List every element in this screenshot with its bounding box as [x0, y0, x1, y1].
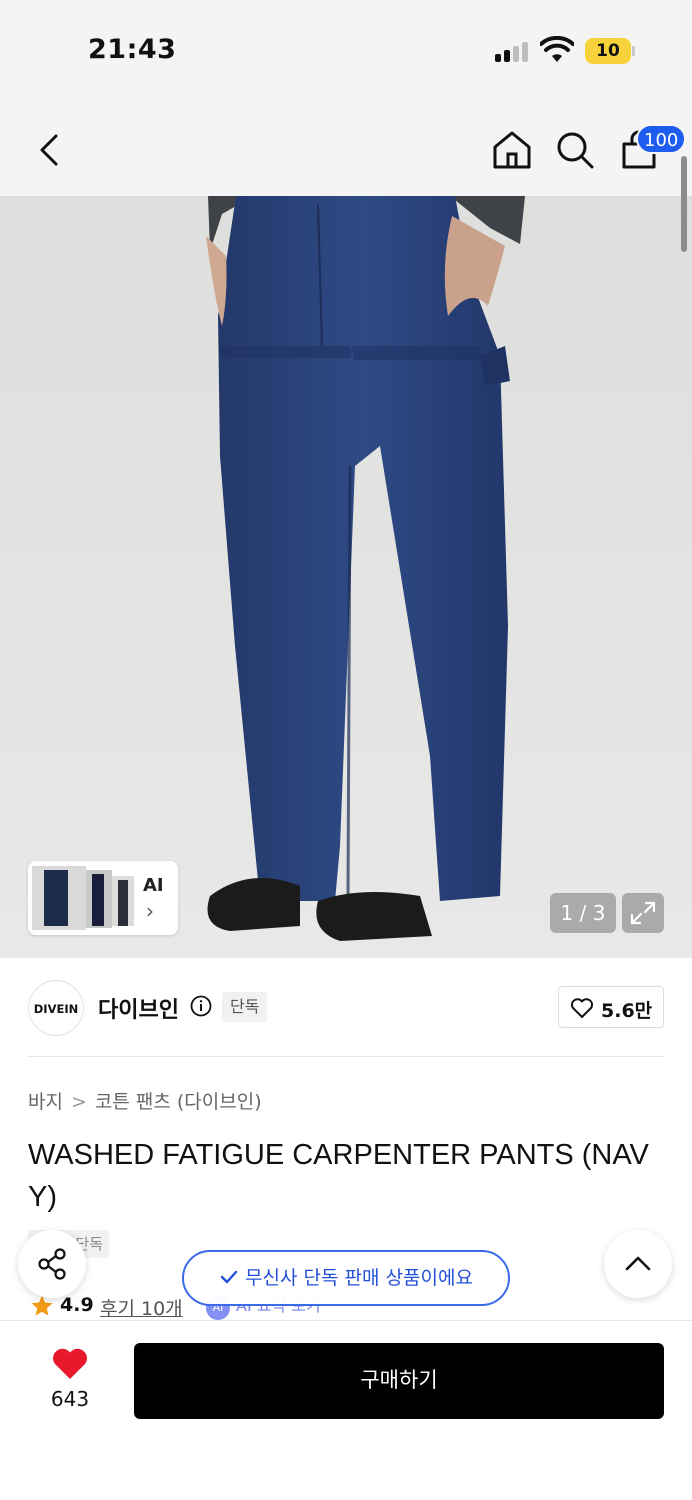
info-icon[interactable]	[190, 995, 212, 1017]
status-time: 21:43	[88, 34, 177, 65]
breadcrumb-category[interactable]: 바지	[28, 1091, 63, 1113]
home-icon[interactable]	[490, 128, 534, 172]
breadcrumb-separator: >	[70, 1091, 87, 1113]
status-bar: 21:43 10	[0, 0, 692, 100]
scroll-to-top-button[interactable]	[604, 1230, 672, 1298]
like-count: 643	[50, 1387, 90, 1411]
expand-image-button[interactable]	[622, 893, 664, 933]
battery-indicator: 10	[585, 38, 631, 64]
battery-cap	[632, 46, 635, 56]
search-icon[interactable]	[553, 128, 597, 172]
brand-row: DIVEIN 다이브인 단독 5.6만	[0, 958, 692, 1056]
image-page-counter: 1 / 3	[550, 893, 616, 933]
scrollbar[interactable]	[681, 156, 687, 252]
heart-filled-icon	[53, 1348, 87, 1379]
exclusive-sale-toast: 무신사 단독 판매 상품이에요	[182, 1250, 510, 1306]
like-button[interactable]: 643	[28, 1341, 112, 1425]
ai-similar-items-thumbnails[interactable]: AI ›	[28, 861, 178, 935]
review-link[interactable]: 후기 10개	[100, 1294, 183, 1321]
heart-outline-icon	[570, 998, 594, 1018]
back-arrow-icon[interactable]	[30, 130, 70, 170]
bottom-action-bar: 643 구매하기	[0, 1320, 692, 1500]
brand-name[interactable]: 다이브인	[98, 992, 179, 1024]
product-image-gallery[interactable]: AI › 1 / 3	[0, 196, 692, 958]
rating-value: 4.9	[60, 1294, 94, 1316]
brand-logo[interactable]: DIVEIN	[28, 980, 84, 1036]
product-title: WASHED FATIGUE CARPENTER PANTS (NAVY)	[28, 1139, 649, 1213]
breadcrumb: 바지 > 코튼 팬츠 (다이브인)	[28, 1087, 262, 1114]
cellular-signal-icon	[495, 40, 531, 62]
thumbnail-images	[32, 866, 134, 930]
product-image	[0, 196, 692, 958]
chevron-right-icon: ›	[146, 899, 154, 923]
buy-button[interactable]: 구매하기	[134, 1343, 664, 1419]
brand-like-count: 5.6만	[601, 1000, 653, 1022]
wifi-icon	[540, 36, 574, 62]
ai-label: AI	[143, 875, 164, 896]
brand-like-button[interactable]: 5.6만	[558, 986, 664, 1028]
checkmark-icon	[220, 1270, 238, 1283]
divider	[28, 1056, 664, 1057]
breadcrumb-subcategory[interactable]: 코튼 팬츠 (다이브인)	[95, 1091, 262, 1113]
top-nav: 100	[0, 100, 692, 196]
expand-icon	[630, 901, 656, 925]
toast-message: 무신사 단독 판매 상품이에요	[245, 1267, 473, 1289]
share-icon	[38, 1248, 66, 1280]
cart-count-badge: 100	[636, 124, 687, 154]
exclusive-badge: 단독	[222, 992, 268, 1022]
chevron-up-icon	[625, 1256, 651, 1271]
share-button[interactable]	[18, 1230, 86, 1298]
